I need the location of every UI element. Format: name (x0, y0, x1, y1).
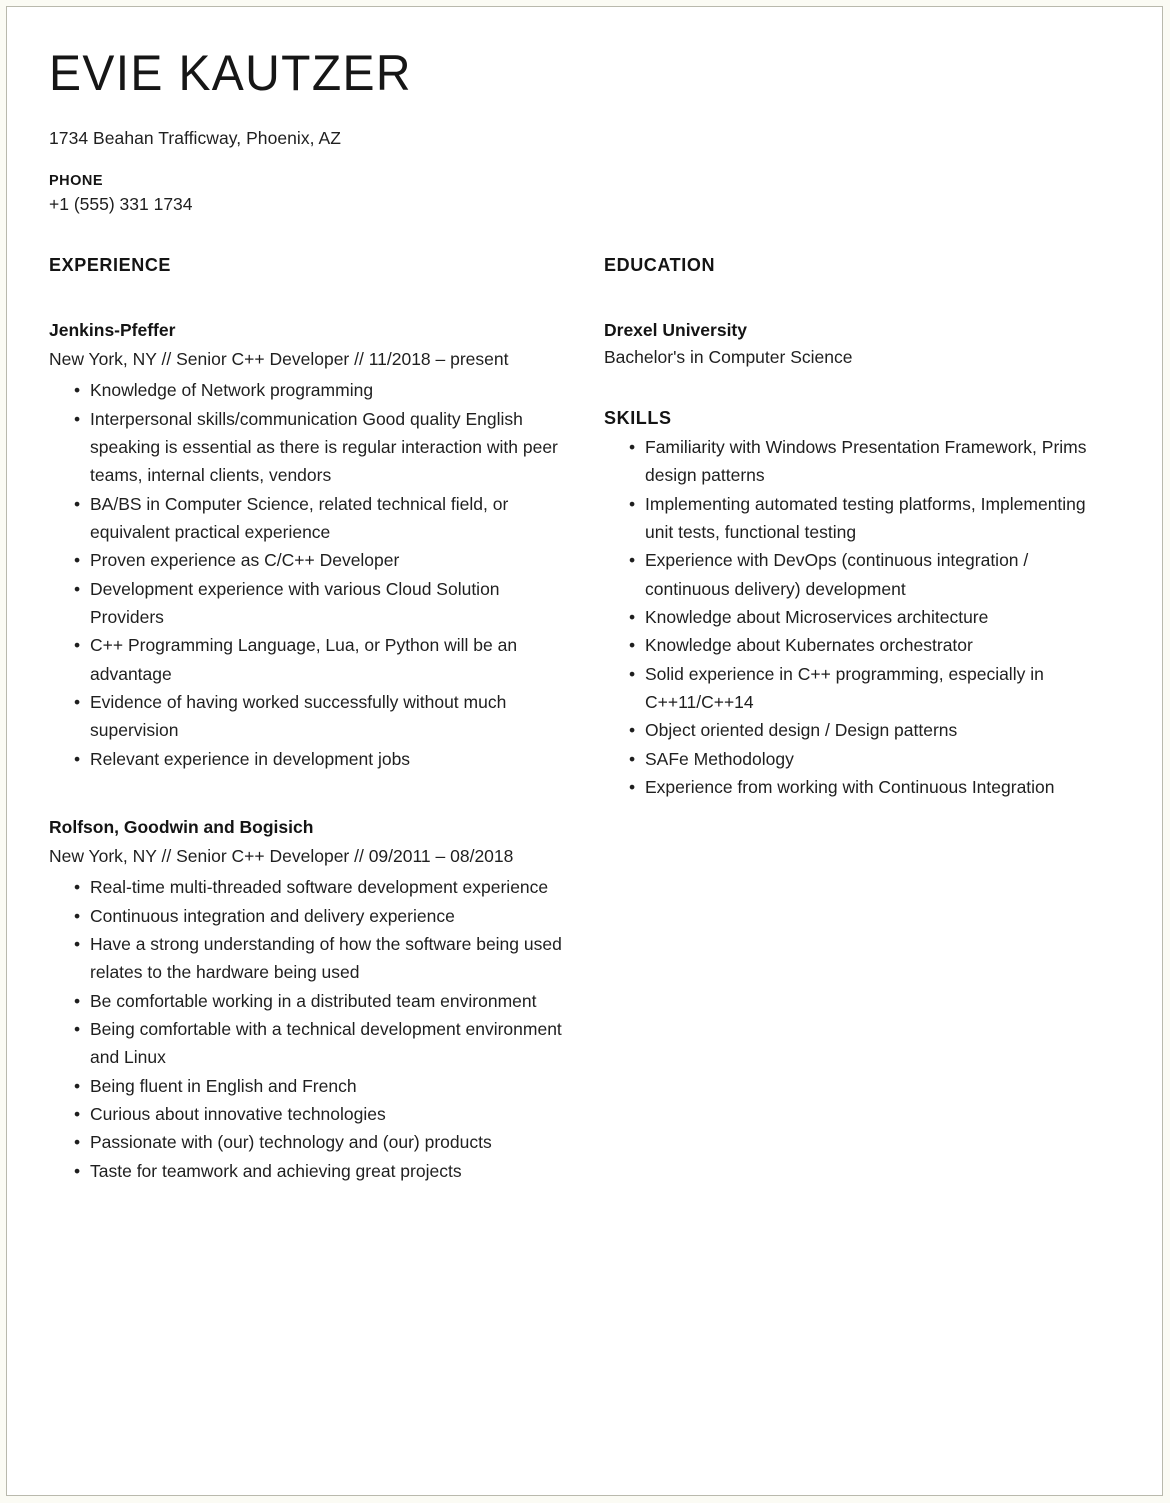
experience-entry: Rolfson, Goodwin and Bogisich New York, N… (49, 817, 577, 1185)
skill-item: Implementing automated testing platforms… (604, 490, 1114, 547)
skills-section: SKILLS Familiarity with Windows Presenta… (604, 408, 1114, 802)
bullet-item: Real-time multi-threaded software develo… (49, 873, 577, 902)
phone-value: +1 (555) 331 1734 (49, 193, 193, 214)
candidate-name: EVIE KAUTZER (49, 45, 412, 101)
skill-item: Object oriented design / Design patterns (604, 716, 1114, 745)
bullet-item: Proven experience as C/C++ Developer (49, 546, 577, 575)
bullet-item: Curious about innovative technologies (49, 1100, 577, 1129)
skill-item: Solid experience in C++ programming, esp… (604, 660, 1114, 717)
experience-meta: New York, NY // Senior C++ Developer // … (49, 845, 514, 866)
education-school: Drexel University (604, 320, 747, 340)
bullet-item: Taste for teamwork and achieving great p… (49, 1157, 577, 1186)
skills-list: Familiarity with Windows Presentation Fr… (604, 433, 1114, 802)
skill-item: Knowledge about Kubernates orchestrator (604, 631, 1114, 660)
skill-item: Experience with DevOps (continuous integ… (604, 546, 1114, 603)
experience-company: Rolfson, Goodwin and Bogisich (49, 817, 314, 838)
experience-company: Jenkins-Pfeffer (49, 320, 176, 340)
skill-item: Experience from working with Continuous … (604, 773, 1114, 802)
bullet-item: Being fluent in English and French (49, 1072, 577, 1101)
experience-meta: New York, NY // Senior C++ Developer // … (49, 348, 509, 369)
bullet-item: Development experience with various Clou… (49, 575, 577, 632)
bullet-list: Real-time multi-threaded software develo… (49, 873, 577, 1185)
education-entry: Drexel University Bachelor's in Computer … (604, 320, 1114, 368)
resume-header: EVIE KAUTZER 1734 Beahan Trafficway, Pho… (49, 47, 1109, 215)
bullet-item: Continuous integration and delivery expe… (49, 902, 577, 931)
section-heading-skills: SKILLS (604, 408, 672, 428)
address-line: 1734 Beahan Trafficway, Phoenix, AZ (49, 127, 341, 148)
bullet-item: Being comfortable with a technical devel… (49, 1015, 577, 1072)
right-column: EDUCATION Drexel University Bachelor's in… (604, 255, 1114, 802)
skill-item: Familiarity with Windows Presentation Fr… (604, 433, 1114, 490)
left-column: EXPERIENCE Jenkins-Pfeffer New York, NY /… (49, 255, 577, 1185)
bullet-item: Have a strong understanding of how the s… (49, 930, 577, 987)
section-heading-experience: EXPERIENCE (49, 255, 172, 275)
bullet-item: Interpersonal skills/communication Good … (49, 405, 577, 490)
experience-entry: Jenkins-Pfeffer New York, NY // Senior C+… (49, 320, 577, 773)
resume-content: EVIE KAUTZER 1734 Beahan Trafficway, Pho… (7, 7, 1162, 1495)
bullet-item: Evidence of having worked successfully w… (49, 688, 577, 745)
bullet-item: C++ Programming Language, Lua, or Python… (49, 631, 577, 688)
bullet-item: Knowledge of Network programming (49, 376, 577, 405)
bullet-item: Relevant experience in development jobs (49, 745, 577, 774)
experience-entry-list: Jenkins-Pfeffer New York, NY // Senior C+… (49, 320, 577, 1185)
education-degree: Bachelor's in Computer Science (604, 347, 853, 367)
phone-label: PHONE (49, 172, 104, 189)
bullet-list: Knowledge of Network programmingInterper… (49, 376, 577, 773)
bullet-item: Be comfortable working in a distributed … (49, 987, 577, 1016)
education-entry-list: Drexel University Bachelor's in Computer … (604, 320, 1114, 368)
section-heading-education: EDUCATION (604, 255, 716, 275)
resume-page: EVIE KAUTZER 1734 Beahan Trafficway, Pho… (6, 6, 1163, 1496)
bullet-item: BA/BS in Computer Science, related techn… (49, 490, 577, 547)
skill-item: SAFe Methodology (604, 745, 1114, 774)
skill-item: Knowledge about Microservices architectu… (604, 603, 1114, 632)
bullet-item: Passionate with (our) technology and (ou… (49, 1128, 577, 1157)
